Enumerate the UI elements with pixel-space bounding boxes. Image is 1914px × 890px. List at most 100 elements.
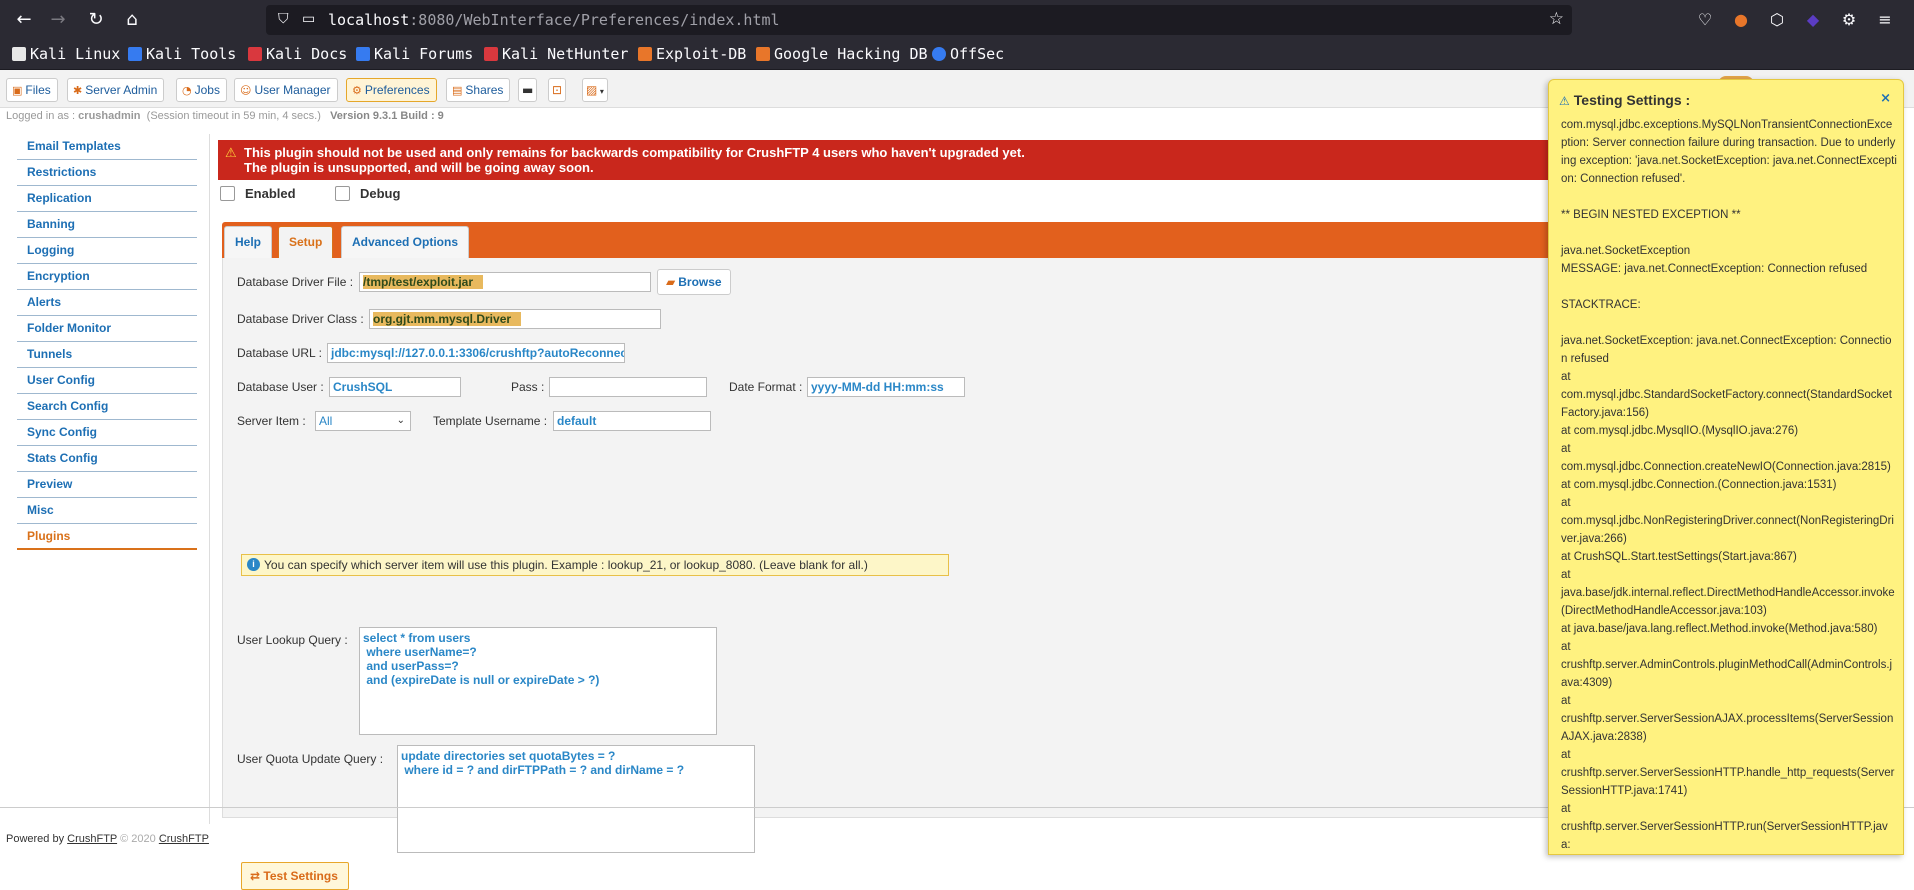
pass-input[interactable] — [549, 377, 707, 397]
extensions-puzzle-icon[interactable]: ⬡ — [1766, 9, 1788, 31]
debug-checkbox[interactable]: Debug — [335, 186, 400, 201]
test-error-message: com.mysql.jdbc.exceptions.MySQLNonTransi… — [1561, 119, 1897, 851]
kali-dragon-icon — [12, 47, 26, 61]
driver-file-label: Database Driver File : — [237, 275, 354, 289]
tab-advanced-options[interactable]: Advanced Options — [341, 226, 470, 258]
files-button[interactable]: ▣ Files — [6, 78, 58, 102]
files-icon: ▣ — [12, 84, 23, 97]
kali-forums-icon — [356, 47, 370, 61]
db-user-label: Database User : — [237, 380, 324, 394]
home-icon[interactable]: ⌂ — [120, 8, 144, 32]
user-manager-icon: ☺ — [240, 84, 252, 97]
terminal-button[interactable]: ▬ — [518, 78, 538, 102]
driver-file-input[interactable]: /tmp/test/exploit.jar — [359, 272, 651, 292]
sidebar-item-logging[interactable]: Logging — [17, 238, 197, 264]
bookmark-kali-tools[interactable]: Kali Tools — [128, 45, 236, 63]
bookmark-star-icon[interactable]: ☆ — [1549, 9, 1564, 29]
warning-icon: ⚠ — [1559, 94, 1570, 108]
bookmark-kali-linux[interactable]: Kali Linux — [12, 45, 120, 63]
url-text[interactable]: localhost:8080/WebInterface/Preferences/… — [328, 11, 780, 29]
bookmark-kali-forums[interactable]: Kali Forums — [356, 45, 473, 63]
kali-tools-icon — [128, 47, 142, 61]
crushftp-link-2[interactable]: CrushFTP — [159, 833, 209, 845]
reload-icon[interactable]: ↻ — [84, 8, 108, 32]
crushftp-link[interactable]: CrushFTP — [67, 833, 117, 845]
sidebar-item-user-config[interactable]: User Config — [17, 368, 197, 394]
info-icon: i — [247, 558, 260, 571]
browser-toolbar: ← → ↻ ⌂ ⛉ ▭ localhost:8080/WebInterface/… — [0, 0, 1914, 40]
menu-icon[interactable]: ≡ — [1874, 9, 1896, 31]
sidebar-item-misc[interactable]: Misc — [17, 498, 197, 524]
server-item-select[interactable]: All ⌄ — [315, 411, 411, 431]
image-dropdown-button[interactable]: ▨ ▾ — [582, 78, 608, 102]
plugin-tabs: Help Setup Advanced Options — [222, 222, 1698, 258]
shares-icon: ▤ — [452, 84, 463, 97]
bookmark-kali-docs[interactable]: Kali Docs — [248, 45, 347, 63]
sidebar-item-search-config[interactable]: Search Config — [17, 394, 197, 420]
shield-icon[interactable]: ⛉ — [278, 11, 289, 27]
db-url-input[interactable]: jdbc:mysql://127.0.0.1:3306/crushftp?aut… — [327, 343, 625, 363]
tab-help[interactable]: Help — [224, 226, 273, 258]
url-bar[interactable]: ⛉ ▭ localhost:8080/WebInterface/Preferen… — [266, 5, 1572, 35]
server-admin-icon: ✱ — [73, 84, 83, 97]
user-manager-button[interactable]: ☺ User Manager — [234, 78, 338, 102]
ghdb-icon — [756, 47, 770, 61]
preferences-sidebar: Email Templates Restrictions Replication Ba… — [0, 134, 210, 824]
testing-settings-panel: ⚠ Testing Settings : × com.mysql.jdbc.exc… — [1548, 79, 1904, 855]
browse-button[interactable]: ▰ Browse — [657, 269, 731, 295]
profile-extension-icon[interactable]: ◆ — [1802, 9, 1824, 31]
extension-icon[interactable]: ● — [1730, 9, 1752, 31]
enabled-checkbox[interactable]: Enabled — [220, 186, 296, 201]
server-admin-button[interactable]: ✱ Server Admin — [67, 78, 165, 102]
forward-arrow-icon[interactable]: → — [46, 8, 70, 32]
terminal-icon: ▬ — [522, 83, 534, 97]
user-lookup-textarea[interactable]: select * from users where userName=? and… — [359, 627, 717, 735]
pocket-icon[interactable]: ♡ — [1694, 9, 1716, 31]
sidebar-item-folder-monitor[interactable]: Folder Monitor — [17, 316, 197, 342]
server-item-info: i You can specify which server item will … — [241, 554, 949, 576]
template-username-input[interactable]: default — [553, 411, 711, 431]
server-item-label: Server Item : — [237, 414, 306, 428]
sidebar-item-encryption[interactable]: Encryption — [17, 264, 197, 290]
kali-docs-icon — [248, 47, 262, 61]
db-user-input[interactable]: CrushSQL — [329, 377, 461, 397]
db-url-label: Database URL : — [237, 346, 322, 360]
lock-button[interactable]: ⊡ — [548, 78, 567, 102]
bookmark-kali-nethunter[interactable]: Kali NetHunter — [484, 45, 628, 63]
shares-button[interactable]: ▤ Shares — [446, 78, 511, 102]
preferences-icon: ⚙ — [352, 84, 362, 97]
sidebar-item-banning[interactable]: Banning — [17, 212, 197, 238]
sidebar-item-email-templates[interactable]: Email Templates — [17, 134, 197, 160]
sidebar-item-restrictions[interactable]: Restrictions — [17, 160, 197, 186]
page-info-icon[interactable]: ▭ — [302, 11, 315, 27]
nethunter-icon — [484, 47, 498, 61]
driver-class-label: Database Driver Class : — [237, 312, 364, 326]
pass-label: Pass : — [511, 380, 545, 394]
testing-settings-title: ⚠ Testing Settings : — [1559, 92, 1691, 108]
swap-arrows-icon: ⇄ — [250, 869, 261, 883]
back-arrow-icon[interactable]: ← — [12, 8, 36, 32]
bookmark-google-hacking-db[interactable]: Google Hacking DB — [756, 45, 928, 63]
offsec-icon — [932, 47, 946, 61]
date-format-input[interactable]: yyyy-MM-dd HH:mm:ss — [807, 377, 965, 397]
close-icon[interactable]: × — [1880, 91, 1891, 106]
sidebar-item-stats-config[interactable]: Stats Config — [17, 446, 197, 472]
tab-setup[interactable]: Setup — [278, 226, 334, 258]
preferences-button[interactable]: ⚙ Preferences — [346, 78, 437, 102]
bookmark-exploit-db[interactable]: Exploit-DB — [638, 45, 746, 63]
driver-class-input[interactable]: org.gjt.mm.mysql.Driver — [369, 309, 661, 329]
chevron-down-icon: ▾ — [597, 87, 604, 96]
deprecation-warning: ⚠ This plugin should not be used and onl… — [218, 140, 1698, 180]
bookmark-offsec[interactable]: OffSec — [932, 45, 1004, 63]
setup-panel: Database Driver File : /tmp/test/exploit… — [222, 258, 1698, 890]
sidebar-item-sync-config[interactable]: Sync Config — [17, 420, 197, 446]
sidebar-item-preview[interactable]: Preview — [17, 472, 197, 498]
sidebar-item-alerts[interactable]: Alerts — [17, 290, 197, 316]
sidebar-item-tunnels[interactable]: Tunnels — [17, 342, 197, 368]
jobs-icon: ◔ — [182, 84, 192, 97]
jobs-button[interactable]: ◔ Jobs — [176, 78, 227, 102]
test-settings-button[interactable]: ⇄ Test Settings — [241, 862, 349, 890]
sidebar-item-plugins[interactable]: Plugins — [17, 524, 197, 550]
sidebar-item-replication[interactable]: Replication — [17, 186, 197, 212]
settings-gear-icon[interactable]: ⚙ — [1838, 9, 1860, 31]
